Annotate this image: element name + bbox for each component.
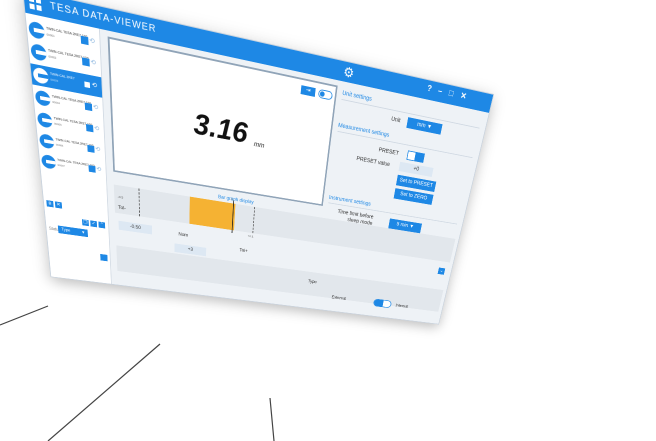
sidebar-footer: ʙ ✕ ❐ ✓ ⌃ Status Type ▼ [44, 200, 111, 282]
link-icon[interactable]: ⟲ [90, 58, 96, 67]
bar-max-label: +0.1 [247, 233, 254, 239]
measurement-unit: mm [253, 140, 265, 150]
instrument-checkbox[interactable] [83, 80, 92, 90]
send-key-icon[interactable]: ⇥ [300, 85, 316, 97]
instrument-checkbox[interactable] [87, 144, 95, 153]
callout-line [0, 305, 49, 326]
tesa-logo-icon [34, 89, 51, 108]
preset-value-label: PRESET value [356, 156, 391, 168]
delete-icon[interactable]: ✕ [54, 201, 63, 209]
callout-line [47, 343, 161, 441]
tol-plus-label: Tol+ [239, 248, 248, 254]
tesa-logo-icon [30, 42, 48, 62]
bar-center-label: 0 [230, 197, 233, 202]
preset-toggle[interactable] [406, 150, 425, 163]
instrument-serial: 00003 [50, 77, 59, 83]
help-button[interactable]: ? [426, 84, 432, 94]
display-mode-toggle[interactable] [317, 88, 333, 101]
instrument-serial: 00002 [48, 54, 57, 60]
gear-icon[interactable]: ⚙ [342, 63, 355, 82]
unit-value: mm [416, 121, 427, 130]
chevron-down-icon[interactable]: ⌄ [437, 267, 446, 275]
divider [337, 130, 473, 159]
status-dropdown[interactable]: Type ▼ [57, 225, 89, 238]
bar-graph-fill [189, 196, 236, 231]
callout-line [269, 397, 275, 441]
link-icon[interactable]: ⟲ [93, 103, 99, 111]
external-internal-toggle[interactable] [372, 298, 392, 309]
tesa-logo-icon [38, 133, 55, 150]
unit-label: Unit [390, 116, 401, 124]
link-icon[interactable]: ⟲ [96, 166, 101, 173]
link-icon[interactable]: ⟲ [92, 81, 98, 90]
app-grid-icon[interactable] [28, 0, 42, 12]
preset-label: PRESET [378, 147, 400, 157]
preset-value-field[interactable]: +0 [398, 161, 434, 178]
tesa-logo-icon [40, 153, 57, 170]
copy-icon[interactable]: ❐ [81, 219, 89, 227]
instrument-checkbox[interactable] [80, 35, 89, 46]
instrument-serial: 00004 [52, 100, 61, 106]
instrument-serial: 00001 [46, 32, 55, 39]
close-button[interactable]: ✕ [459, 91, 467, 102]
external-label: External [331, 295, 347, 302]
instrument-serial: 00005 [53, 121, 62, 127]
nom-label: Nom [178, 232, 189, 239]
tesa-logo-icon [36, 111, 53, 129]
minimize-button[interactable]: – [437, 86, 443, 96]
measurement-value: 3.16 [193, 107, 249, 150]
instrument-checkbox[interactable] [81, 57, 90, 67]
instrument-checkbox[interactable] [85, 124, 94, 133]
instrument-checkbox[interactable] [84, 102, 93, 112]
tol-minus-field[interactable]: -0.50 [118, 220, 153, 235]
link-icon[interactable]: ⟲ [94, 125, 99, 132]
internal-label: Internal [395, 303, 409, 310]
tesa-logo-icon [28, 20, 46, 41]
instrument-checkbox[interactable] [88, 165, 96, 173]
chevron-up-icon[interactable]: ⌃ [98, 221, 106, 229]
export-button[interactable] [100, 253, 108, 262]
bar-min-label: -0.5 [117, 194, 124, 200]
tesa-logo-icon [32, 66, 50, 85]
screenshot-stage: TESA DATA-VIEWER ⚙ ? – □ ✕ TWIN-CAL TESA… [0, 0, 656, 441]
caret-down-icon: ▼ [81, 230, 86, 236]
instrument-serial: 00007 [57, 163, 66, 168]
check-icon[interactable]: ✓ [90, 220, 98, 228]
instrument-serial: 00006 [55, 142, 64, 148]
link-icon[interactable]: ⟲ [95, 145, 100, 153]
maximize-button[interactable]: □ [448, 89, 454, 99]
bluetooth-icon[interactable]: ʙ [46, 200, 54, 208]
link-icon[interactable]: ⟲ [89, 36, 95, 45]
status-value: Type [61, 227, 71, 234]
